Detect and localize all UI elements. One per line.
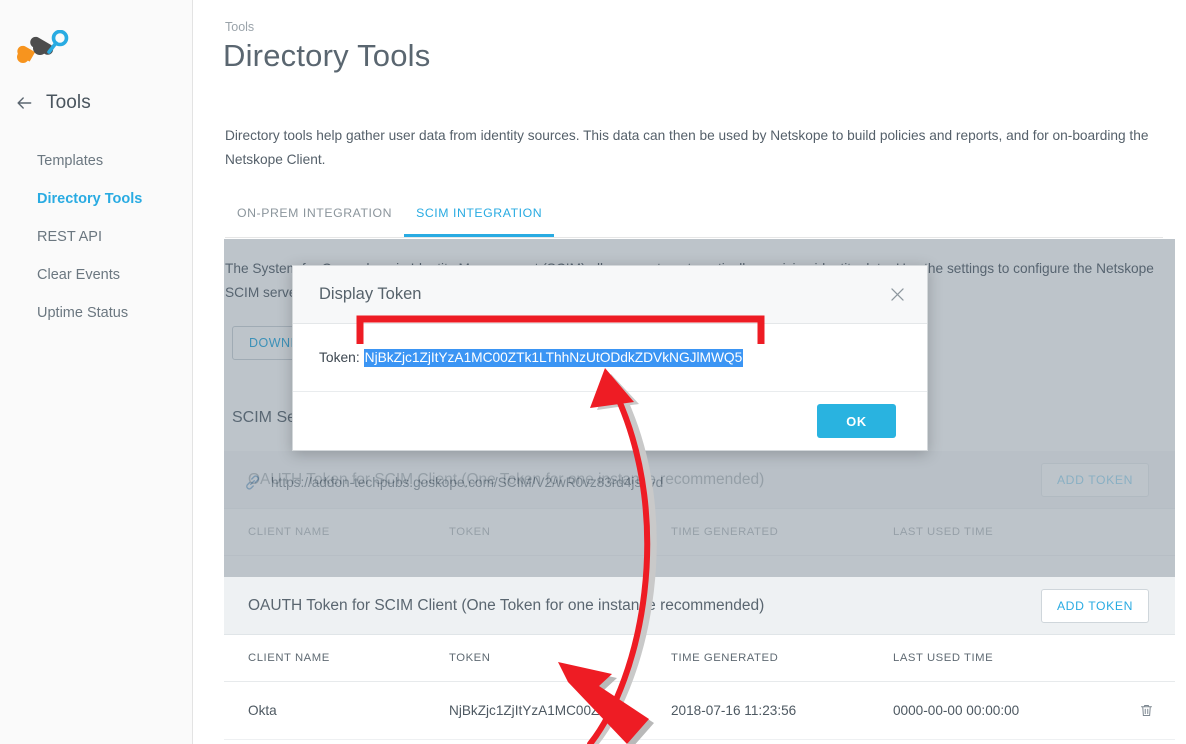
cell-time: 2018-07-16 11:23:56	[671, 703, 797, 718]
tab-scim-integration[interactable]: SCIM INTEGRATION	[404, 206, 555, 237]
netskope-logo[interactable]	[14, 30, 70, 64]
sidebar: Tools Templates Directory Tools REST API…	[0, 0, 193, 744]
back-to-tools[interactable]: Tools	[14, 92, 91, 114]
ghost-add-token-button: ADD TOKEN	[1040, 462, 1149, 497]
ghost-oauth-band: OAUTH Token for SCIM Client (One Token f…	[224, 451, 1175, 509]
page-title: Directory Tools	[223, 38, 431, 73]
add-token-button[interactable]: ADD TOKEN	[1040, 588, 1149, 623]
table-header: CLIENT NAME TOKEN TIME GENERATED LAST US…	[224, 635, 1175, 682]
arrow-left-icon	[17, 97, 32, 109]
dialog-footer: OK	[293, 392, 927, 450]
ok-button[interactable]: OK	[817, 404, 896, 438]
sidebar-item-templates[interactable]: Templates	[0, 142, 193, 180]
ghost-col-token: TOKEN	[449, 526, 491, 538]
sidebar-nav: Templates Directory Tools REST API Clear…	[0, 142, 193, 332]
token-value[interactable]: NjBkZjc1ZjItYzA1MC00ZTk1LThhNzUtODdkZDVk…	[363, 348, 744, 367]
sidebar-item-clear-events[interactable]: Clear Events	[0, 256, 193, 294]
tab-on-prem-integration[interactable]: ON-PREM INTEGRATION	[225, 206, 404, 237]
app-root: Tools Templates Directory Tools REST API…	[0, 0, 1186, 744]
cell-client-name: Okta	[248, 703, 277, 718]
cell-actions	[1117, 702, 1175, 719]
dialog-body: Token: NjBkZjc1ZjItYzA1MC00ZTk1LThhNzUtO…	[293, 324, 927, 392]
col-last-used: LAST USED TIME	[893, 652, 994, 664]
tab-bar: ON-PREM INTEGRATION SCIM INTEGRATION	[225, 206, 1163, 238]
table-row[interactable]: Okta NjBkZjc1ZjItYzA1MC00ZTk... 2018-07-…	[224, 682, 1175, 740]
oauth-section-title: OAUTH Token for SCIM Client (One Token f…	[248, 596, 765, 614]
dialog-header: Display Token	[293, 266, 927, 324]
breadcrumb[interactable]: Tools	[225, 20, 254, 34]
col-time: TIME GENERATED	[671, 652, 779, 664]
cell-last-used: 0000-00-00 00:00:00	[893, 703, 1020, 718]
trash-icon[interactable]	[1139, 702, 1154, 719]
ghost-col-last-used: LAST USED TIME	[893, 526, 994, 538]
ghost-col-client-name: CLIENT NAME	[248, 526, 330, 538]
token-table: CLIENT NAME TOKEN TIME GENERATED LAST US…	[224, 635, 1175, 740]
cell-token[interactable]: NjBkZjc1ZjItYzA1MC00ZTk...	[449, 703, 671, 718]
ghost-col-time: TIME GENERATED	[671, 526, 779, 538]
ghost-table-header: CLIENT NAME TOKEN TIME GENERATED LAST US…	[224, 509, 1175, 556]
dialog-title: Display Token	[319, 285, 422, 303]
sidebar-section-title: Tools	[46, 92, 91, 113]
token-label: Token:	[319, 350, 360, 365]
sidebar-item-uptime-status[interactable]: Uptime Status	[0, 294, 193, 332]
col-token: TOKEN	[449, 652, 491, 664]
close-icon[interactable]	[888, 285, 907, 304]
display-token-dialog: Display Token Token: NjBkZjc1ZjItYzA1MC0…	[292, 265, 928, 451]
sidebar-item-directory-tools[interactable]: Directory Tools	[0, 180, 193, 218]
ghost-oauth-title: OAUTH Token for SCIM Client (One Token f…	[248, 470, 765, 488]
oauth-band: OAUTH Token for SCIM Client (One Token f…	[224, 577, 1175, 635]
page-description: Directory tools help gather user data fr…	[225, 128, 1149, 167]
col-client-name: CLIENT NAME	[248, 652, 330, 664]
sidebar-item-rest-api[interactable]: REST API	[0, 218, 193, 256]
